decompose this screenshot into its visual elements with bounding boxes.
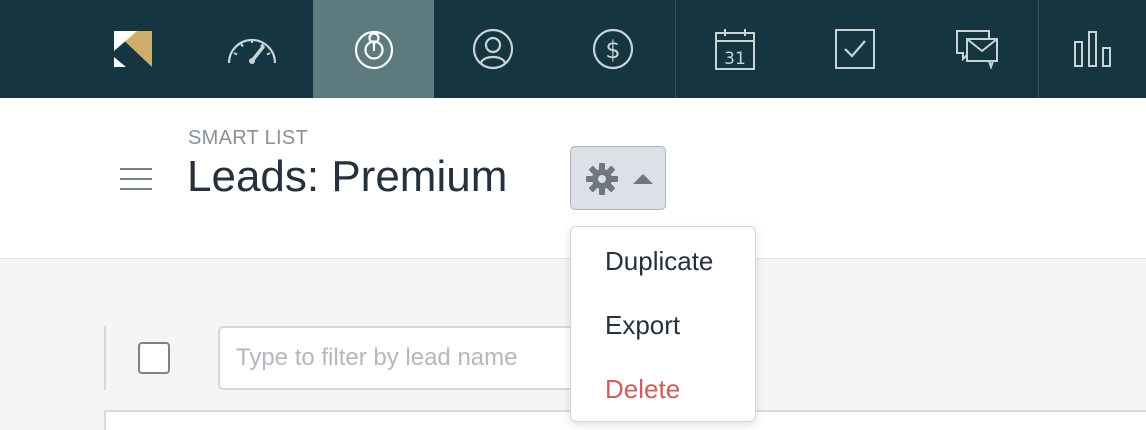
brand-logo-icon [114, 31, 152, 67]
user-circle-icon [472, 28, 514, 70]
menu-item-export[interactable]: Export [571, 293, 755, 357]
settings-dropdown-menu: Duplicate Export Delete [570, 226, 756, 422]
top-navigation: $ 31 [0, 0, 1146, 98]
nav-item-deals[interactable]: $ [552, 0, 674, 98]
select-all-checkbox[interactable] [138, 342, 170, 374]
menu-item-delete[interactable]: Delete [571, 357, 755, 421]
hamburger-menu-icon[interactable] [120, 168, 152, 190]
nav-item-contacts[interactable] [434, 0, 552, 98]
gear-icon [586, 163, 618, 195]
nav-item-tasks[interactable] [794, 0, 916, 98]
brand-logo[interactable] [100, 0, 166, 98]
nav-item-reports[interactable] [1039, 0, 1146, 98]
page-kicker: SMART LIST [188, 127, 309, 149]
nav-item-calendar[interactable]: 31 [676, 0, 794, 98]
lead-filter-input[interactable] [218, 326, 618, 390]
svg-text:$: $ [605, 36, 620, 64]
nav-item-dashboard[interactable] [192, 0, 312, 98]
bar-chart-icon [1073, 31, 1111, 67]
nav-item-leads[interactable] [313, 0, 434, 98]
target-person-icon [354, 30, 393, 70]
envelope-chat-icon [956, 30, 998, 69]
calendar-icon: 31 [715, 29, 755, 70]
nav-item-messages[interactable] [916, 0, 1038, 98]
calendar-day-number: 31 [724, 49, 746, 69]
dollar-circle-icon: $ [592, 28, 634, 70]
caret-up-icon [633, 174, 653, 184]
settings-dropdown-button[interactable] [570, 146, 666, 210]
toolbar-divider [104, 326, 106, 390]
page-title: Leads: Premium [187, 152, 508, 201]
checkbox-icon [835, 29, 875, 69]
speedometer-icon [227, 38, 277, 64]
menu-item-duplicate[interactable]: Duplicate [571, 229, 755, 293]
